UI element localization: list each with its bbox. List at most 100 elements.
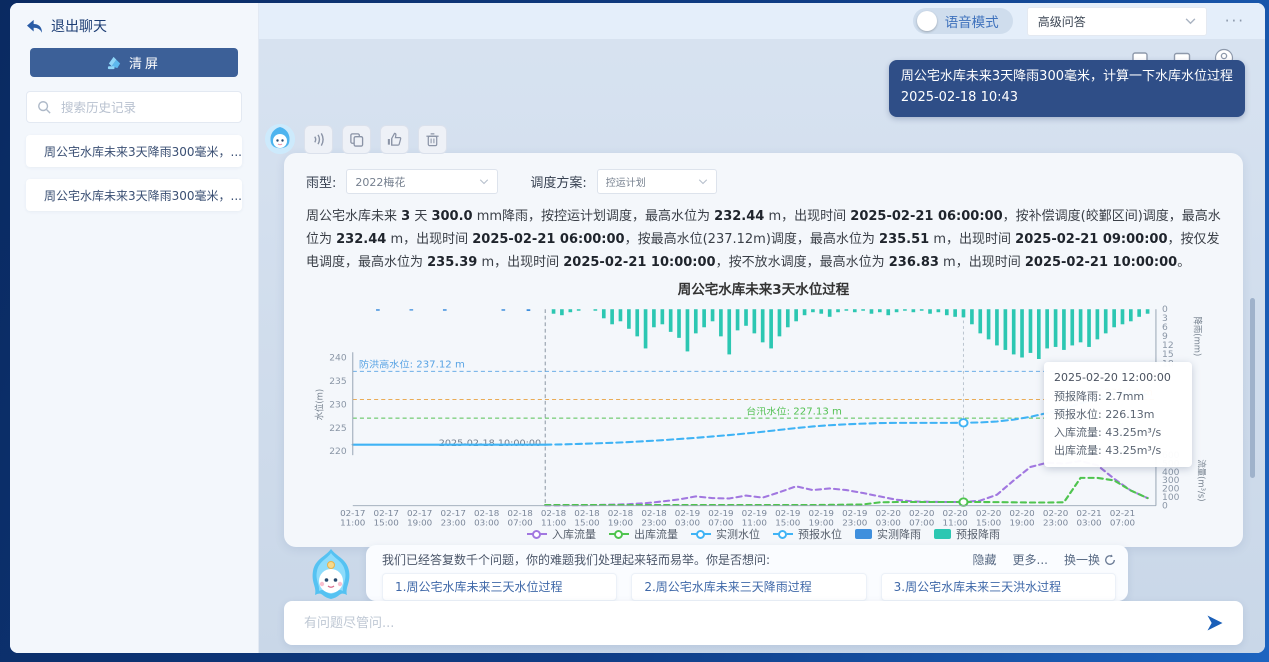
more-suggestions-link[interactable]: 更多... xyxy=(1013,551,1048,568)
svg-text:水位(m): 水位(m) xyxy=(313,389,325,421)
svg-text:02-2007:00: 02-2007:00 xyxy=(909,509,934,528)
history-item[interactable]: 周公宅水库未来3天降雨300毫米，... xyxy=(26,179,242,211)
legend-item[interactable]: 实测水位 xyxy=(691,526,760,542)
suggestion-chips: 1.周公宅水库未来三天水位过程 2.周公宅水库未来三天降雨过程 3.周公宅水库未来三… xyxy=(382,573,1116,601)
svg-text:02-1903:00: 02-1903:00 xyxy=(675,509,700,528)
scenario-controls: 雨型: 2022梅花 调度方案: 控运计划 xyxy=(306,169,1221,194)
mascot-image xyxy=(301,547,361,607)
read-aloud-button[interactable] xyxy=(304,125,333,154)
message-input[interactable] xyxy=(302,615,1203,632)
suggestions-panel: 我们已经答复数千个问题，你的难题我们处理起来轻而易举。你是否想问: 隐藏 更多.… xyxy=(366,545,1128,601)
toggle-knob xyxy=(917,11,937,31)
send-button[interactable] xyxy=(1203,611,1227,635)
suggestion-chip[interactable]: 2.周公宅水库未来三天降雨过程 xyxy=(631,573,866,601)
copy-icon xyxy=(349,132,364,147)
rain-type-select[interactable]: 2022梅花 xyxy=(346,169,498,194)
suggestion-chip[interactable]: 3.周公宅水库未来三天洪水过程 xyxy=(881,573,1116,601)
tooltip-rows: 预报降雨: 2.7mm预报水位: 226.13m入库流量: 43.25m³/s出… xyxy=(1054,388,1182,461)
tooltip-row: 预报水位: 226.13m xyxy=(1054,406,1182,424)
svg-text:0: 0 xyxy=(1162,502,1168,512)
chart-container: 周公宅水库未来3天水位过程 2025-02-18 10:00:00 防洪高水位: … xyxy=(306,278,1221,542)
legend-swatch xyxy=(609,533,629,535)
rain-type-value: 2022梅花 xyxy=(355,174,405,190)
svg-text:02-1711:00: 02-1711:00 xyxy=(340,509,365,528)
rain-type-label: 雨型: xyxy=(306,172,336,191)
svg-text:02-1919:00: 02-1919:00 xyxy=(809,509,834,528)
like-button[interactable] xyxy=(380,125,409,154)
legend-item[interactable]: 入库流量 xyxy=(527,526,596,542)
voice-mode-toggle[interactable]: 语音模式 xyxy=(913,8,1013,34)
user-message-bubble: 周公宅水库未来3天降雨300毫米，计算一下水库水位过程 2025-02-18 1… xyxy=(889,60,1245,117)
copy-button[interactable] xyxy=(342,125,371,154)
svg-text:2025-02-18 10:00:00: 2025-02-18 10:00:00 xyxy=(439,439,542,450)
sound-waves-icon xyxy=(311,132,326,147)
svg-text:02-1807:00: 02-1807:00 xyxy=(507,509,532,528)
clear-screen-button[interactable]: 清屏 xyxy=(30,48,238,77)
voice-mode-label: 语音模式 xyxy=(945,11,999,31)
legend-item[interactable]: 预报降雨 xyxy=(934,526,1000,542)
back-arrow-icon xyxy=(26,19,43,34)
svg-text:225: 225 xyxy=(329,425,346,435)
legend-swatch xyxy=(934,529,951,539)
bot-response-card: 雨型: 2022梅花 调度方案: 控运计划 周公宅水库未来 3 天 300.0 … xyxy=(284,153,1243,547)
svg-text:02-1923:00: 02-1923:00 xyxy=(842,509,867,528)
svg-text:220: 220 xyxy=(329,448,346,458)
chevron-down-icon xyxy=(698,179,708,185)
refresh-suggestions-link[interactable]: 换一换 xyxy=(1064,551,1116,568)
clear-screen-label: 清屏 xyxy=(129,53,161,72)
svg-text:02-2011:00: 02-2011:00 xyxy=(942,509,967,528)
svg-text:02-1815:00: 02-1815:00 xyxy=(574,509,599,528)
svg-text:02-2107:00: 02-2107:00 xyxy=(1110,509,1135,528)
chat-main: 语音模式 高级问答 ··· 周公宅水库未来3天降雨300毫米，计算一下水库水位过… xyxy=(259,3,1265,653)
legend-item[interactable]: 出库流量 xyxy=(609,526,678,542)
suggestion-chip[interactable]: 1.周公宅水库未来三天水位过程 xyxy=(382,573,617,601)
tooltip-row: 出库流量: 43.25m³/s xyxy=(1054,442,1182,460)
chevron-down-icon xyxy=(1185,18,1196,25)
app-window: 退出聊天 清屏 周公宅水库未来3天降雨300毫米，... 周公宅水库未来3天降雨3… xyxy=(10,3,1265,653)
legend-swatch xyxy=(691,533,711,535)
tooltip-row: 预报降雨: 2.7mm xyxy=(1054,388,1182,406)
legend-swatch xyxy=(855,529,872,539)
svg-text:230: 230 xyxy=(329,401,346,411)
legend-item[interactable]: 实测降雨 xyxy=(855,526,921,542)
qa-mode-select[interactable]: 高级问答 xyxy=(1027,7,1207,36)
search-icon xyxy=(37,100,51,114)
chart-legend: 入库流量出库流量实测水位预报水位实测降雨预报降雨 xyxy=(306,526,1221,542)
delete-button[interactable] xyxy=(418,125,447,154)
message-composer xyxy=(284,601,1243,645)
send-icon xyxy=(1205,613,1225,633)
svg-text:02-1823:00: 02-1823:00 xyxy=(641,509,666,528)
svg-text:防洪高水位: 237.12 m: 防洪高水位: 237.12 m xyxy=(359,358,465,370)
chart-title: 周公宅水库未来3天水位过程 xyxy=(306,278,1221,298)
svg-text:240: 240 xyxy=(329,354,346,364)
history-item[interactable]: 周公宅水库未来3天降雨300毫米，... xyxy=(26,135,242,167)
svg-text:02-2103:00: 02-2103:00 xyxy=(1076,509,1101,528)
svg-text:02-1719:00: 02-1719:00 xyxy=(407,509,432,528)
history-search-input[interactable] xyxy=(59,99,231,116)
chevron-down-icon xyxy=(479,179,489,185)
svg-text:02-2015:00: 02-2015:00 xyxy=(976,509,1001,528)
more-menu-button[interactable]: ··· xyxy=(1221,12,1249,30)
hide-suggestions-link[interactable]: 隐藏 xyxy=(973,551,997,568)
clear-brush-icon xyxy=(107,55,122,70)
chat-scrollbar[interactable] xyxy=(1250,298,1255,478)
svg-text:02-1907:00: 02-1907:00 xyxy=(708,509,733,528)
exit-chat-button[interactable]: 退出聊天 xyxy=(10,3,258,46)
svg-text:02-1911:00: 02-1911:00 xyxy=(742,509,767,528)
chart-tooltip: 2025-02-20 12:00:00 预报降雨: 2.7mm预报水位: 226… xyxy=(1044,362,1192,467)
svg-text:台汛水位: 227.13 m: 台汛水位: 227.13 m xyxy=(746,405,842,417)
svg-text:降雨(mm): 降雨(mm) xyxy=(1191,317,1203,357)
svg-text:02-1715:00: 02-1715:00 xyxy=(374,509,399,528)
suggestions-prompt: 我们已经答复数千个问题，你的难题我们处理起来轻而易举。你是否想问: xyxy=(382,551,770,568)
user-message-time: 2025-02-18 10:43 xyxy=(901,88,1233,109)
plan-select[interactable]: 控运计划 xyxy=(597,169,717,194)
thumbs-up-icon xyxy=(387,132,402,147)
exit-chat-label: 退出聊天 xyxy=(51,16,107,36)
top-toolbar: 语音模式 高级问答 ··· xyxy=(259,3,1265,39)
bot-avatar xyxy=(265,124,295,154)
result-paragraph: 周公宅水库未来 3 天 300.0 mm降雨，按控运计划调度，最高水位为 232… xyxy=(306,205,1221,274)
history-search xyxy=(26,91,242,123)
legend-item[interactable]: 预报水位 xyxy=(773,526,842,542)
svg-text:235: 235 xyxy=(329,378,346,388)
trash-icon xyxy=(425,132,440,147)
